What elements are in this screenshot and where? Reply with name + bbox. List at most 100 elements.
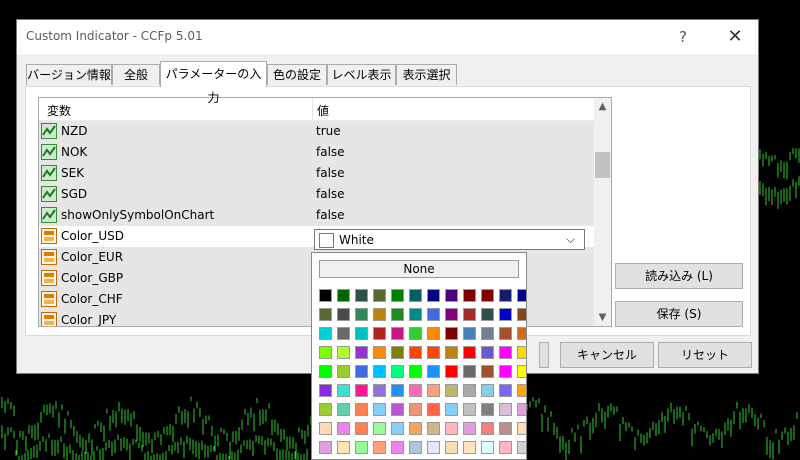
palette-color-swatch[interactable] — [517, 384, 526, 397]
palette-color-swatch[interactable] — [517, 403, 526, 416]
palette-color-swatch[interactable] — [355, 327, 368, 340]
load-button[interactable]: 読み込み (L) — [615, 263, 743, 289]
palette-color-swatch[interactable] — [463, 384, 476, 397]
palette-color-swatch[interactable] — [409, 403, 422, 416]
palette-color-swatch[interactable] — [319, 327, 332, 340]
palette-color-swatch[interactable] — [391, 289, 404, 302]
palette-color-swatch[interactable] — [445, 365, 458, 378]
palette-color-swatch[interactable] — [427, 403, 440, 416]
palette-color-swatch[interactable] — [373, 422, 386, 435]
palette-color-swatch[interactable] — [463, 441, 476, 454]
palette-color-swatch[interactable] — [499, 384, 512, 397]
palette-color-swatch[interactable] — [391, 422, 404, 435]
palette-color-swatch[interactable] — [355, 346, 368, 359]
palette-color-swatch[interactable] — [391, 346, 404, 359]
palette-color-swatch[interactable] — [355, 422, 368, 435]
table-row[interactable]: NOK false — [39, 142, 594, 163]
palette-color-swatch[interactable] — [355, 403, 368, 416]
palette-color-swatch[interactable] — [319, 365, 332, 378]
table-row[interactable]: NZD true — [39, 121, 594, 142]
palette-color-swatch[interactable] — [427, 346, 440, 359]
palette-color-swatch[interactable] — [463, 308, 476, 321]
parameter-value[interactable]: false — [316, 145, 345, 159]
palette-color-swatch[interactable] — [427, 365, 440, 378]
tab-colors[interactable]: 色の設定 — [267, 64, 327, 85]
palette-color-swatch[interactable] — [463, 327, 476, 340]
palette-color-swatch[interactable] — [355, 289, 368, 302]
palette-color-swatch[interactable] — [337, 365, 350, 378]
palette-color-swatch[interactable] — [337, 308, 350, 321]
palette-color-swatch[interactable] — [445, 384, 458, 397]
palette-color-swatch[interactable] — [373, 327, 386, 340]
palette-color-swatch[interactable] — [499, 403, 512, 416]
ok-button-partial[interactable] — [539, 342, 549, 368]
palette-color-swatch[interactable] — [391, 403, 404, 416]
palette-color-swatch[interactable] — [427, 327, 440, 340]
scroll-thumb[interactable] — [595, 152, 610, 178]
chevron-down-icon[interactable]: ⌵ — [566, 232, 575, 247]
title-bar[interactable]: Custom Indicator - CCFp 5.01 ? ✕ — [17, 20, 758, 54]
header-value[interactable]: 値 — [317, 102, 329, 119]
help-button[interactable]: ? — [670, 24, 696, 50]
palette-color-swatch[interactable] — [481, 365, 494, 378]
palette-color-swatch[interactable] — [337, 403, 350, 416]
palette-color-swatch[interactable] — [319, 289, 332, 302]
palette-color-swatch[interactable] — [355, 384, 368, 397]
tab-parameters[interactable]: パラメーターの入力 — [160, 61, 267, 105]
palette-color-swatch[interactable] — [481, 289, 494, 302]
palette-color-swatch[interactable] — [445, 289, 458, 302]
palette-color-swatch[interactable] — [463, 365, 476, 378]
palette-color-swatch[interactable] — [319, 422, 332, 435]
parameter-value[interactable]: false — [316, 187, 345, 201]
palette-color-swatch[interactable] — [409, 422, 422, 435]
palette-color-swatch[interactable] — [409, 441, 422, 454]
palette-color-swatch[interactable] — [517, 422, 526, 435]
palette-color-swatch[interactable] — [391, 441, 404, 454]
color-dropdown[interactable]: White ⌵ — [314, 229, 585, 250]
palette-color-swatch[interactable] — [373, 308, 386, 321]
palette-color-swatch[interactable] — [499, 422, 512, 435]
palette-color-swatch[interactable] — [409, 365, 422, 378]
palette-color-swatch[interactable] — [319, 441, 332, 454]
table-row[interactable]: SEK false — [39, 163, 594, 184]
tab-levels[interactable]: レベル表示 — [327, 64, 396, 85]
palette-color-swatch[interactable] — [481, 308, 494, 321]
palette-color-swatch[interactable] — [445, 441, 458, 454]
palette-color-swatch[interactable] — [499, 289, 512, 302]
palette-color-swatch[interactable] — [355, 308, 368, 321]
palette-color-swatch[interactable] — [409, 384, 422, 397]
palette-color-swatch[interactable] — [337, 346, 350, 359]
palette-color-swatch[interactable] — [517, 308, 526, 321]
tab-visualization[interactable]: 表示選択 — [396, 64, 457, 85]
palette-color-swatch[interactable] — [427, 384, 440, 397]
palette-color-swatch[interactable] — [445, 327, 458, 340]
palette-color-swatch[interactable] — [373, 403, 386, 416]
scroll-down-arrow-icon[interactable]: ▼ — [594, 309, 611, 326]
palette-color-swatch[interactable] — [355, 365, 368, 378]
palette-color-swatch[interactable] — [481, 422, 494, 435]
palette-color-swatch[interactable] — [337, 289, 350, 302]
close-button[interactable]: ✕ — [720, 24, 750, 50]
palette-color-swatch[interactable] — [517, 365, 526, 378]
palette-color-swatch[interactable] — [499, 346, 512, 359]
palette-color-swatch[interactable] — [481, 384, 494, 397]
table-row[interactable]: SGD false — [39, 184, 594, 205]
header-divider[interactable] — [312, 98, 313, 120]
palette-color-swatch[interactable] — [499, 441, 512, 454]
cancel-button[interactable]: キャンセル — [560, 342, 654, 368]
palette-color-swatch[interactable] — [409, 346, 422, 359]
palette-color-swatch[interactable] — [463, 289, 476, 302]
palette-color-swatch[interactable] — [337, 327, 350, 340]
palette-color-swatch[interactable] — [337, 384, 350, 397]
palette-color-swatch[interactable] — [373, 384, 386, 397]
tab-general[interactable]: 全般 — [112, 64, 160, 85]
reset-button[interactable]: リセット — [658, 342, 752, 368]
palette-color-swatch[interactable] — [409, 308, 422, 321]
palette-color-swatch[interactable] — [391, 327, 404, 340]
vertical-scrollbar[interactable]: ▲ ▼ — [594, 98, 611, 326]
palette-color-swatch[interactable] — [319, 384, 332, 397]
palette-color-swatch[interactable] — [373, 441, 386, 454]
palette-color-swatch[interactable] — [427, 289, 440, 302]
palette-color-swatch[interactable] — [319, 308, 332, 321]
palette-color-swatch[interactable] — [517, 346, 526, 359]
